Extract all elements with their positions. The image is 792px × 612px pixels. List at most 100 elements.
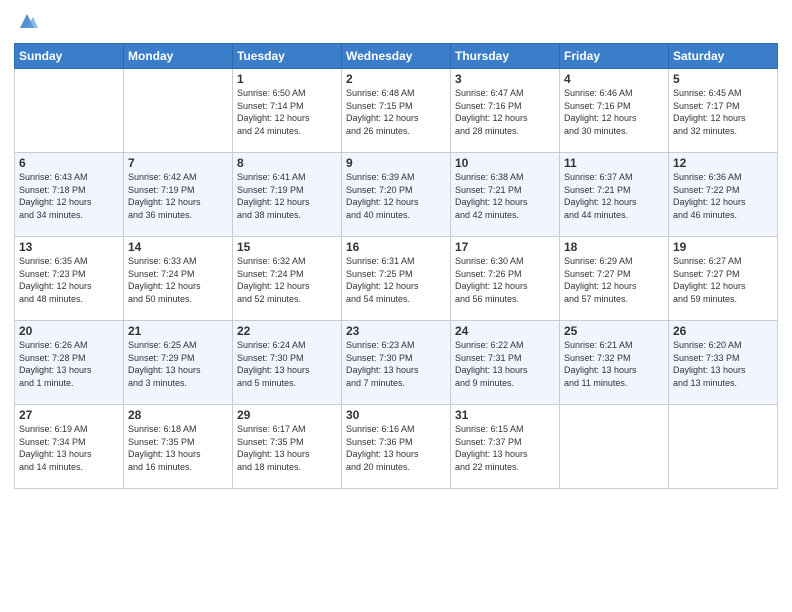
day-info: Sunrise: 6:46 AM Sunset: 7:16 PM Dayligh… [564, 87, 664, 137]
day-cell: 9Sunrise: 6:39 AM Sunset: 7:20 PM Daylig… [342, 153, 451, 237]
day-info: Sunrise: 6:32 AM Sunset: 7:24 PM Dayligh… [237, 255, 337, 305]
day-info: Sunrise: 6:19 AM Sunset: 7:34 PM Dayligh… [19, 423, 119, 473]
week-row-2: 6Sunrise: 6:43 AM Sunset: 7:18 PM Daylig… [15, 153, 778, 237]
day-cell: 16Sunrise: 6:31 AM Sunset: 7:25 PM Dayli… [342, 237, 451, 321]
day-cell: 17Sunrise: 6:30 AM Sunset: 7:26 PM Dayli… [451, 237, 560, 321]
day-info: Sunrise: 6:31 AM Sunset: 7:25 PM Dayligh… [346, 255, 446, 305]
day-cell: 12Sunrise: 6:36 AM Sunset: 7:22 PM Dayli… [669, 153, 778, 237]
day-cell: 23Sunrise: 6:23 AM Sunset: 7:30 PM Dayli… [342, 321, 451, 405]
day-number: 13 [19, 240, 119, 254]
day-number: 11 [564, 156, 664, 170]
weekday-header-row: SundayMondayTuesdayWednesdayThursdayFrid… [15, 44, 778, 69]
day-info: Sunrise: 6:50 AM Sunset: 7:14 PM Dayligh… [237, 87, 337, 137]
weekday-header-monday: Monday [124, 44, 233, 69]
day-number: 15 [237, 240, 337, 254]
day-info: Sunrise: 6:21 AM Sunset: 7:32 PM Dayligh… [564, 339, 664, 389]
day-cell: 3Sunrise: 6:47 AM Sunset: 7:16 PM Daylig… [451, 69, 560, 153]
day-cell: 28Sunrise: 6:18 AM Sunset: 7:35 PM Dayli… [124, 405, 233, 489]
week-row-4: 20Sunrise: 6:26 AM Sunset: 7:28 PM Dayli… [15, 321, 778, 405]
day-cell: 25Sunrise: 6:21 AM Sunset: 7:32 PM Dayli… [560, 321, 669, 405]
logo-text [14, 14, 38, 37]
weekday-header-thursday: Thursday [451, 44, 560, 69]
day-cell: 19Sunrise: 6:27 AM Sunset: 7:27 PM Dayli… [669, 237, 778, 321]
day-number: 17 [455, 240, 555, 254]
day-number: 6 [19, 156, 119, 170]
day-number: 26 [673, 324, 773, 338]
day-info: Sunrise: 6:45 AM Sunset: 7:17 PM Dayligh… [673, 87, 773, 137]
day-info: Sunrise: 6:25 AM Sunset: 7:29 PM Dayligh… [128, 339, 228, 389]
day-info: Sunrise: 6:33 AM Sunset: 7:24 PM Dayligh… [128, 255, 228, 305]
day-number: 29 [237, 408, 337, 422]
day-info: Sunrise: 6:15 AM Sunset: 7:37 PM Dayligh… [455, 423, 555, 473]
day-number: 20 [19, 324, 119, 338]
day-number: 25 [564, 324, 664, 338]
calendar-page: SundayMondayTuesdayWednesdayThursdayFrid… [0, 0, 792, 612]
day-cell: 29Sunrise: 6:17 AM Sunset: 7:35 PM Dayli… [233, 405, 342, 489]
day-cell: 15Sunrise: 6:32 AM Sunset: 7:24 PM Dayli… [233, 237, 342, 321]
day-number: 24 [455, 324, 555, 338]
day-info: Sunrise: 6:23 AM Sunset: 7:30 PM Dayligh… [346, 339, 446, 389]
day-number: 2 [346, 72, 446, 86]
weekday-header-tuesday: Tuesday [233, 44, 342, 69]
day-cell: 22Sunrise: 6:24 AM Sunset: 7:30 PM Dayli… [233, 321, 342, 405]
day-number: 8 [237, 156, 337, 170]
day-cell: 8Sunrise: 6:41 AM Sunset: 7:19 PM Daylig… [233, 153, 342, 237]
day-number: 27 [19, 408, 119, 422]
logo-general [14, 14, 38, 37]
day-info: Sunrise: 6:22 AM Sunset: 7:31 PM Dayligh… [455, 339, 555, 389]
day-number: 7 [128, 156, 228, 170]
day-info: Sunrise: 6:37 AM Sunset: 7:21 PM Dayligh… [564, 171, 664, 221]
day-number: 31 [455, 408, 555, 422]
day-info: Sunrise: 6:29 AM Sunset: 7:27 PM Dayligh… [564, 255, 664, 305]
logo-icon [16, 10, 38, 32]
day-cell: 21Sunrise: 6:25 AM Sunset: 7:29 PM Dayli… [124, 321, 233, 405]
day-number: 21 [128, 324, 228, 338]
day-info: Sunrise: 6:17 AM Sunset: 7:35 PM Dayligh… [237, 423, 337, 473]
day-number: 19 [673, 240, 773, 254]
day-number: 5 [673, 72, 773, 86]
day-number: 23 [346, 324, 446, 338]
day-cell [669, 405, 778, 489]
day-cell: 4Sunrise: 6:46 AM Sunset: 7:16 PM Daylig… [560, 69, 669, 153]
day-info: Sunrise: 6:38 AM Sunset: 7:21 PM Dayligh… [455, 171, 555, 221]
day-cell: 18Sunrise: 6:29 AM Sunset: 7:27 PM Dayli… [560, 237, 669, 321]
day-info: Sunrise: 6:16 AM Sunset: 7:36 PM Dayligh… [346, 423, 446, 473]
day-cell: 20Sunrise: 6:26 AM Sunset: 7:28 PM Dayli… [15, 321, 124, 405]
day-cell: 1Sunrise: 6:50 AM Sunset: 7:14 PM Daylig… [233, 69, 342, 153]
day-number: 16 [346, 240, 446, 254]
weekday-header-sunday: Sunday [15, 44, 124, 69]
week-row-1: 1Sunrise: 6:50 AM Sunset: 7:14 PM Daylig… [15, 69, 778, 153]
day-info: Sunrise: 6:35 AM Sunset: 7:23 PM Dayligh… [19, 255, 119, 305]
day-info: Sunrise: 6:18 AM Sunset: 7:35 PM Dayligh… [128, 423, 228, 473]
day-number: 18 [564, 240, 664, 254]
day-cell: 2Sunrise: 6:48 AM Sunset: 7:15 PM Daylig… [342, 69, 451, 153]
day-number: 9 [346, 156, 446, 170]
day-info: Sunrise: 6:27 AM Sunset: 7:27 PM Dayligh… [673, 255, 773, 305]
day-info: Sunrise: 6:20 AM Sunset: 7:33 PM Dayligh… [673, 339, 773, 389]
day-cell: 31Sunrise: 6:15 AM Sunset: 7:37 PM Dayli… [451, 405, 560, 489]
day-info: Sunrise: 6:36 AM Sunset: 7:22 PM Dayligh… [673, 171, 773, 221]
day-number: 1 [237, 72, 337, 86]
day-number: 3 [455, 72, 555, 86]
day-info: Sunrise: 6:43 AM Sunset: 7:18 PM Dayligh… [19, 171, 119, 221]
day-info: Sunrise: 6:42 AM Sunset: 7:19 PM Dayligh… [128, 171, 228, 221]
day-cell: 27Sunrise: 6:19 AM Sunset: 7:34 PM Dayli… [15, 405, 124, 489]
day-cell: 13Sunrise: 6:35 AM Sunset: 7:23 PM Dayli… [15, 237, 124, 321]
day-cell: 5Sunrise: 6:45 AM Sunset: 7:17 PM Daylig… [669, 69, 778, 153]
week-row-3: 13Sunrise: 6:35 AM Sunset: 7:23 PM Dayli… [15, 237, 778, 321]
day-info: Sunrise: 6:48 AM Sunset: 7:15 PM Dayligh… [346, 87, 446, 137]
day-info: Sunrise: 6:41 AM Sunset: 7:19 PM Dayligh… [237, 171, 337, 221]
day-number: 12 [673, 156, 773, 170]
day-cell: 10Sunrise: 6:38 AM Sunset: 7:21 PM Dayli… [451, 153, 560, 237]
day-cell: 24Sunrise: 6:22 AM Sunset: 7:31 PM Dayli… [451, 321, 560, 405]
day-number: 4 [564, 72, 664, 86]
day-info: Sunrise: 6:39 AM Sunset: 7:20 PM Dayligh… [346, 171, 446, 221]
day-number: 14 [128, 240, 228, 254]
day-number: 22 [237, 324, 337, 338]
weekday-header-saturday: Saturday [669, 44, 778, 69]
day-cell: 6Sunrise: 6:43 AM Sunset: 7:18 PM Daylig… [15, 153, 124, 237]
day-info: Sunrise: 6:24 AM Sunset: 7:30 PM Dayligh… [237, 339, 337, 389]
day-info: Sunrise: 6:30 AM Sunset: 7:26 PM Dayligh… [455, 255, 555, 305]
weekday-header-friday: Friday [560, 44, 669, 69]
day-cell: 30Sunrise: 6:16 AM Sunset: 7:36 PM Dayli… [342, 405, 451, 489]
